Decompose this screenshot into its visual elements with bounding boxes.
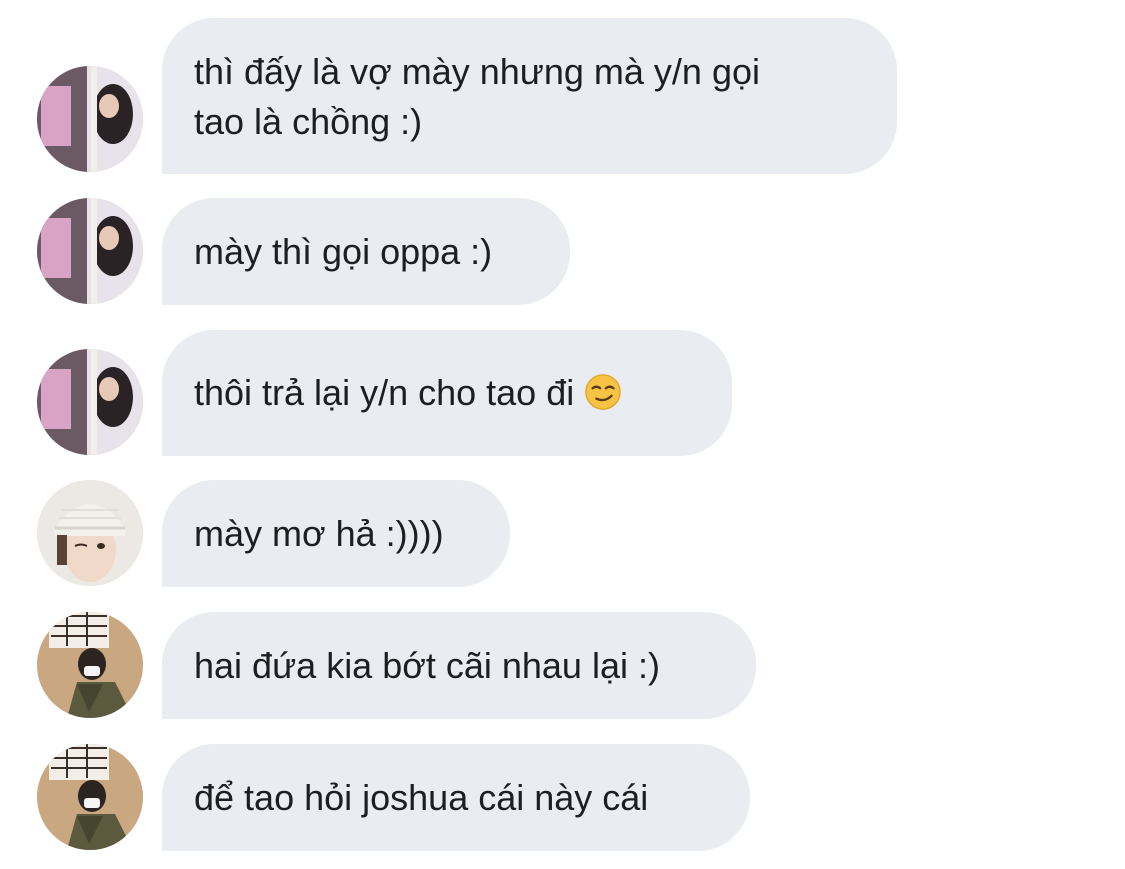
message-text-line-2: tao là chồng :) xyxy=(194,101,423,142)
masked-boy-avatar[interactable] xyxy=(37,744,143,850)
avatar-image xyxy=(37,198,143,304)
message-text: hai đứa kia bớt cãi nhau lại :) xyxy=(194,644,660,686)
message-bubble[interactable]: thôi trả lại y/n cho tao đi xyxy=(162,330,732,456)
girl-collage-avatar[interactable] xyxy=(37,349,143,455)
message-text: thôi trả lại y/n cho tao đi xyxy=(194,369,622,417)
message-bubble[interactable]: thì đấy là vợ mày nhưng mà y/n gọi tao l… xyxy=(162,18,897,174)
avatar-image xyxy=(37,612,143,718)
beanie-boy-avatar[interactable] xyxy=(37,480,143,586)
avatar-image xyxy=(37,744,143,850)
girl-collage-avatar[interactable] xyxy=(37,198,143,304)
girl-collage-avatar[interactable]: ok xyxy=(37,66,143,172)
avatar-image: ok xyxy=(37,66,143,172)
message-text: để tao hỏi joshua cái này cái xyxy=(194,776,649,818)
message-bubble[interactable]: hai đứa kia bớt cãi nhau lại :) xyxy=(162,612,756,719)
svg-text:ok: ok xyxy=(47,74,56,82)
message-text: mày mơ hả :)))) xyxy=(194,512,444,554)
message-bubble[interactable]: mày mơ hả :)))) xyxy=(162,480,510,587)
avatar-image xyxy=(37,480,143,586)
message-text: mày thì gọi oppa :) xyxy=(194,230,493,272)
chat-thread: ok thì đấy là vợ mày nhưng mà y/n gọi ta… xyxy=(0,0,1125,869)
message-text-line-1: thì đấy là vợ mày nhưng mà y/n gọi xyxy=(194,51,760,92)
message-text-content: thôi trả lại y/n cho tao đi xyxy=(194,372,575,413)
smirking-face-emoji xyxy=(585,374,622,410)
message-bubble[interactable]: để tao hỏi joshua cái này cái xyxy=(162,744,750,851)
message-bubble[interactable]: mày thì gọi oppa :) xyxy=(162,198,570,305)
avatar-image xyxy=(37,349,143,455)
masked-boy-avatar[interactable] xyxy=(37,612,143,718)
